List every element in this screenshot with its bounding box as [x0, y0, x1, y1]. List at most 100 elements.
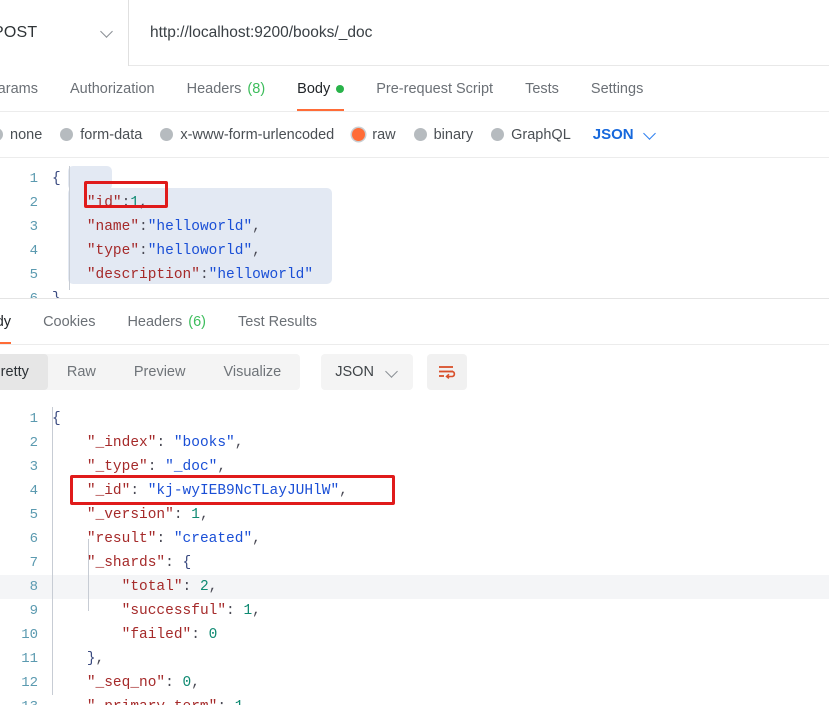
line-number: 1	[29, 411, 38, 427]
line-number: 13	[0, 695, 38, 705]
code-token: "total"	[121, 579, 183, 595]
code-text: "name":"helloworld",	[52, 215, 261, 239]
tab-label: Settings	[590, 80, 644, 97]
code-token: :	[156, 435, 174, 451]
request-tab-params[interactable]: Params	[0, 66, 54, 111]
radio-icon	[0, 128, 3, 141]
code-token: 1	[191, 507, 200, 523]
code-token: "books"	[173, 435, 235, 451]
request-tabs: Params Authorization Headers (8) Body Pre-req…	[0, 66, 829, 112]
code-token: "type"	[86, 243, 140, 259]
line-number: 1	[29, 171, 38, 187]
body-type-label: raw	[372, 126, 396, 143]
body-type-label: x-www-form-urlencoded	[180, 126, 335, 143]
code-token: "id"	[86, 195, 122, 211]
tab-label: Headers	[127, 313, 183, 330]
line-number: 2	[29, 435, 38, 451]
url-input[interactable]: http://localhost:9200/books/_doc	[129, 0, 829, 66]
code-token: "_primary_term"	[87, 699, 218, 705]
response-body-viewer[interactable]: 1 {2 "_index": "books", 3 "_type": "_doc",…	[0, 399, 829, 705]
tab-label: Cookies	[43, 313, 96, 330]
response-tab-body[interactable]: Body	[0, 299, 27, 344]
code-line: 12 "_seq_no": 0,	[0, 671, 829, 695]
code-token: "result"	[86, 531, 157, 547]
body-type-none[interactable]: none	[0, 127, 42, 143]
body-type-raw[interactable]: raw	[352, 126, 396, 143]
request-body-editor[interactable]: 1{2 "id":1, 3 "name":"helloworld", 4 "type…	[0, 158, 829, 299]
word-wrap-button[interactable]	[426, 354, 467, 390]
code-token: {	[182, 555, 192, 571]
code-token: "_version"	[86, 507, 174, 523]
http-method-selector[interactable]: POST	[0, 0, 129, 66]
code-token: "successful"	[121, 603, 227, 619]
tab-label: Params	[0, 80, 38, 97]
radio-icon	[160, 128, 174, 141]
body-type-row: none form-data x-www-form-urlencoded raw bin…	[0, 112, 829, 158]
code-text: "_version": 1,	[52, 503, 209, 527]
code-text: "description":"helloworld"	[52, 263, 313, 287]
code-token: ,	[199, 507, 209, 523]
line-number: 6	[29, 531, 38, 547]
code-line: 5 "description":"helloworld"	[0, 263, 829, 287]
code-text: }	[52, 287, 61, 298]
line-number: 9	[29, 603, 38, 619]
code-line: 10 "failed": 0	[0, 623, 829, 647]
line-number: 5	[29, 267, 38, 283]
code-token: 1	[235, 699, 244, 705]
response-tab-test-results[interactable]: Test Results	[222, 299, 333, 344]
code-line: 1{	[0, 167, 829, 191]
response-tab-cookies[interactable]: Cookies	[27, 299, 111, 344]
body-type-x-www-form-urlencoded[interactable]: x-www-form-urlencoded	[160, 127, 334, 143]
body-type-binary[interactable]: binary	[413, 127, 473, 143]
code-token: :	[165, 675, 183, 691]
body-type-form-data[interactable]: form-data	[60, 127, 142, 143]
code-token: }	[86, 651, 96, 667]
code-token: :	[191, 627, 209, 643]
code-token: {	[52, 171, 61, 187]
code-token: ,	[217, 459, 227, 475]
code-token: ,	[252, 531, 261, 547]
code-line: 2 "_index": "books",	[0, 431, 829, 455]
body-type-label: none	[10, 126, 43, 143]
tab-label: Authorization	[69, 80, 155, 97]
code-line: 9 "successful": 1,	[0, 599, 829, 623]
chevron-down-icon	[644, 128, 657, 141]
body-type-graphql[interactable]: GraphQL	[491, 127, 571, 143]
request-tab-authorization[interactable]: Authorization	[54, 66, 171, 111]
request-tab-pre-request-script[interactable]: Pre-request Script	[360, 66, 509, 111]
request-tab-body[interactable]: Body	[281, 66, 360, 111]
response-view-preview[interactable]: Preview	[115, 354, 205, 390]
body-type-label: form-data	[80, 126, 143, 143]
code-token: ,	[234, 435, 244, 451]
code-line: 7 "_shards": {	[0, 551, 829, 575]
request-tab-tests[interactable]: Tests	[509, 66, 575, 111]
response-view-pretty[interactable]: Pretty	[0, 354, 48, 390]
code-line: 3 "_type": "_doc",	[0, 455, 829, 479]
response-tab-headers[interactable]: Headers (6)	[111, 299, 222, 344]
code-token: {	[52, 411, 61, 427]
response-view-visualize[interactable]: Visualize	[204, 354, 300, 390]
code-text: "_primary_term": 1	[52, 695, 244, 705]
code-token: ,	[252, 219, 261, 235]
request-tab-headers[interactable]: Headers (8)	[171, 66, 282, 111]
tab-label: Test Results	[238, 313, 317, 330]
code-token: 0	[182, 675, 192, 691]
code-token: :	[173, 507, 192, 523]
line-number: 3	[29, 459, 38, 475]
code-text: "_index": "books",	[52, 431, 244, 455]
request-format-selector[interactable]: JSON	[593, 126, 657, 143]
code-token: :	[139, 219, 148, 235]
response-view-toolbar: PrettyRawPreviewVisualize JSON	[0, 345, 829, 399]
code-token: ,	[252, 243, 261, 259]
code-token: :	[130, 483, 148, 499]
request-tab-settings[interactable]: Settings	[575, 66, 659, 111]
line-number: 7	[29, 555, 38, 571]
response-format-selector[interactable]: JSON	[321, 354, 413, 390]
code-text: {	[52, 407, 61, 431]
code-token: 2	[199, 579, 209, 595]
response-view-raw[interactable]: Raw	[48, 354, 115, 390]
